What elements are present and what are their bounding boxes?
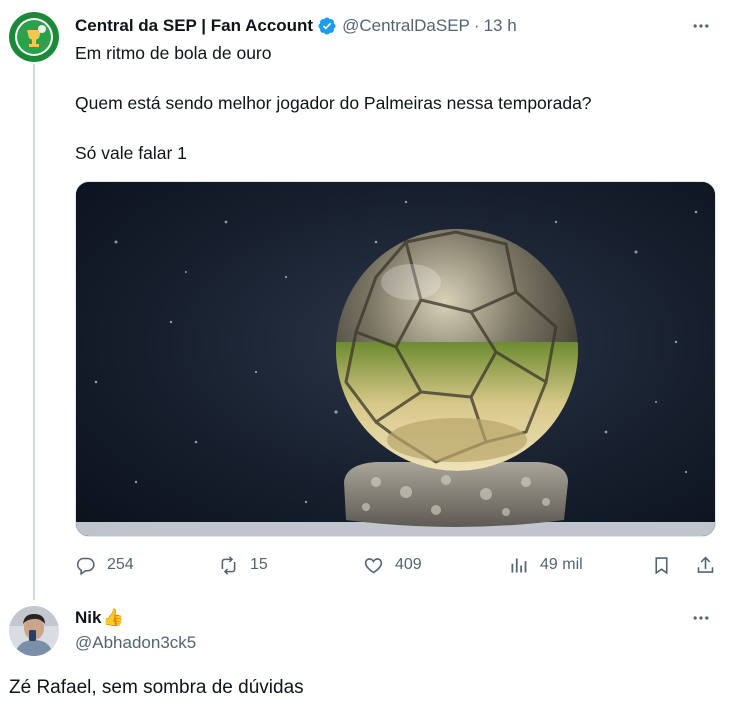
more-horizontal-icon (693, 616, 709, 620)
reply-more-options-button[interactable] (689, 608, 713, 628)
reply-button[interactable]: 254 (75, 550, 134, 580)
author-name[interactable]: Central da SEP | Fan Account (75, 16, 313, 36)
tweet-text-line-1: Em ritmo de bola de ouro (75, 43, 272, 63)
separator-dot: · (473, 16, 480, 35)
tweet-header: Central da SEP | Fan Account @CentralDaS… (75, 14, 517, 38)
author-avatar[interactable] (9, 12, 59, 62)
reply-header: Nik 👍 (75, 606, 124, 630)
bookmark-icon (655, 556, 668, 574)
tweet-text-line-3: Só vale falar 1 (75, 143, 187, 163)
tweet-action-bar: 254 15 409 49 mil (75, 550, 720, 580)
share-icon (697, 556, 714, 573)
reply-author-handle[interactable]: @Abhadon3ck5 (75, 633, 196, 653)
tweet-media-image[interactable] (75, 181, 716, 537)
more-horizontal-icon (693, 24, 709, 28)
views-button[interactable]: 49 mil (508, 550, 583, 580)
ballon-dor-trophy-image (76, 182, 715, 536)
repost-count: 15 (250, 556, 268, 573)
tweet-text-line-2: Quem está sendo melhor jogador do Palmei… (75, 93, 592, 113)
reply-text: Zé Rafael, sem sombra de dúvidas (9, 677, 304, 698)
like-button[interactable]: 409 (363, 550, 422, 580)
views-count: 49 mil (540, 556, 583, 573)
reply-icon (76, 557, 95, 575)
tweet-timestamp[interactable]: 13 h (484, 16, 517, 36)
bookmark-button[interactable] (651, 550, 672, 580)
analytics-icon (511, 558, 527, 572)
reply-author-avatar[interactable] (9, 606, 59, 656)
repost-icon (221, 555, 236, 575)
thread-connector-line (33, 64, 35, 600)
repost-button[interactable]: 15 (218, 550, 268, 580)
share-button[interactable] (695, 550, 716, 580)
verified-badge-icon (318, 17, 336, 35)
reply-author-name[interactable]: Nik (75, 608, 101, 628)
reply-count: 254 (107, 556, 134, 573)
heart-icon (364, 557, 383, 573)
more-options-button[interactable] (689, 16, 713, 36)
like-count: 409 (395, 556, 422, 573)
central-da-sep-logo-icon (10, 13, 58, 61)
user-photo-avatar-icon (9, 606, 59, 656)
author-handle[interactable]: @CentralDaSEP (342, 16, 470, 36)
thumbs-up-emoji: 👍 (102, 608, 124, 627)
